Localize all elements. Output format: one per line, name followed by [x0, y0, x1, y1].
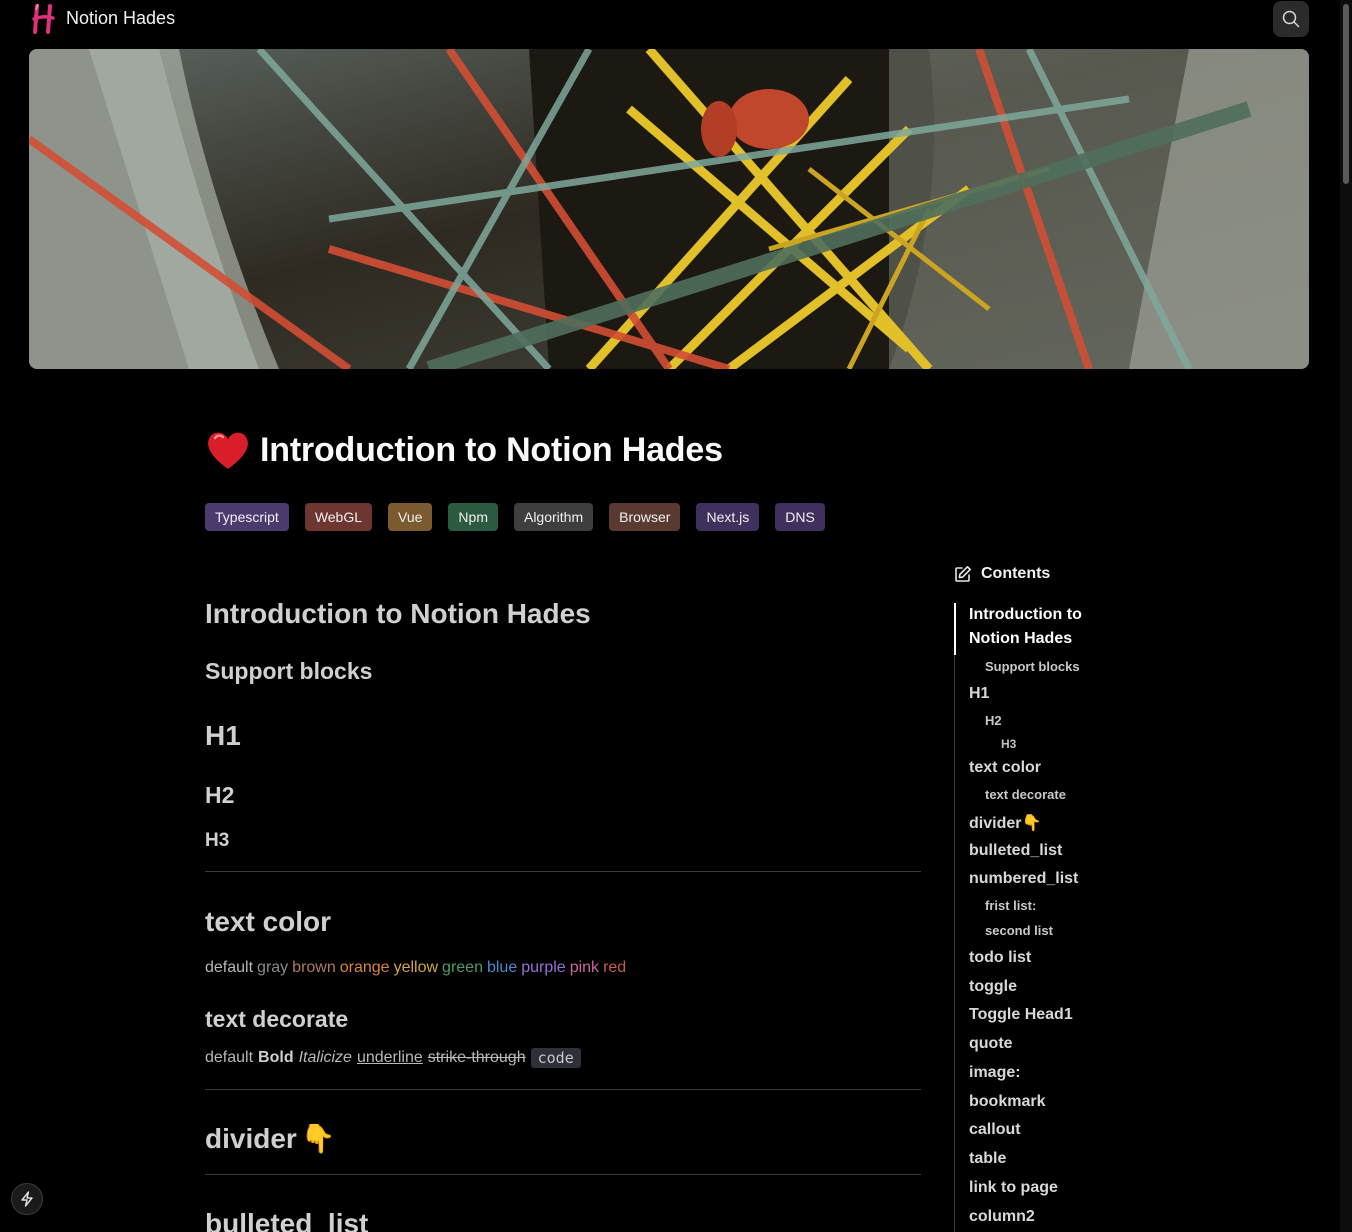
search-icon — [1282, 10, 1300, 28]
toc-item-introduction-to-notion-hades[interactable]: Introduction to Notion Hades — [969, 603, 1129, 651]
toc-item-frist-list[interactable]: frist list: — [985, 898, 1036, 913]
toc-title: Contents — [981, 565, 1051, 582]
dev-indicator-button[interactable] — [11, 1183, 43, 1215]
toc-item-table[interactable]: table — [969, 1150, 1006, 1168]
heading-h1: H1 — [205, 720, 241, 751]
toc-item-support-blocks[interactable]: Support blocks — [985, 659, 1080, 674]
site-title[interactable]: Notion Hades — [66, 8, 175, 29]
tag-browser[interactable]: Browser — [609, 503, 681, 531]
decorate-bold: Bold — [258, 1049, 294, 1066]
color-sample-pink: pink — [569, 959, 600, 976]
toc-item-divider[interactable]: divider👇 — [969, 813, 1041, 833]
page-scrollbar[interactable] — [1340, 0, 1352, 1232]
toc-item-h3[interactable]: H3 — [1001, 737, 1016, 751]
color-sample-brown: brown — [292, 959, 336, 976]
tag-list: Typescript WebGL Vue Npm Algorithm Browser Nex… — [205, 503, 825, 531]
decorate-underline: underline — [356, 1049, 423, 1066]
toc-item-callout[interactable]: callout — [969, 1121, 1021, 1139]
heading-bulleted-list: bulleted_list — [205, 1208, 369, 1232]
scrollbar-thumb[interactable] — [1343, 4, 1349, 184]
toc-item-todo-list[interactable]: todo list — [969, 949, 1031, 967]
text-decorate-sample: default Bold Italicize underline strike-… — [205, 1048, 581, 1068]
toc-item-link-to-page[interactable]: link to page — [969, 1179, 1058, 1197]
toc-item-second-list[interactable]: second list — [985, 923, 1053, 938]
tag-vue[interactable]: Vue — [388, 503, 433, 531]
page-title: Introduction to Notion Hades — [260, 430, 723, 469]
decorate-italic: Italicize — [298, 1049, 352, 1066]
heading-text-decorate: text decorate — [205, 1006, 349, 1032]
tag-algorithm[interactable]: Algorithm — [513, 503, 594, 531]
toc-item-quote[interactable]: quote — [969, 1035, 1013, 1053]
heading-introduction: Introduction to Notion Hades — [205, 598, 591, 629]
toc-item-h2[interactable]: H2 — [985, 713, 1002, 728]
search-button[interactable] — [1273, 1, 1309, 37]
divider-line — [205, 1089, 921, 1090]
toc-active-indicator — [954, 603, 956, 655]
toc-item-text-color[interactable]: text color — [969, 759, 1041, 777]
top-navbar: Notion Hades — [0, 0, 1352, 40]
divider-line — [205, 1174, 921, 1175]
toc-item-toggle[interactable]: toggle — [969, 978, 1017, 996]
heading-h3: H3 — [205, 830, 230, 851]
color-sample-purple: purple — [521, 959, 566, 976]
heading-support-blocks: Support blocks — [205, 658, 373, 684]
color-sample-green: green — [442, 959, 483, 976]
decorate-code: code — [530, 1048, 581, 1068]
pointing-down-icon: 👇 — [300, 1123, 336, 1154]
decorate-default: default — [205, 1049, 254, 1066]
toc-item-toggle-head1[interactable]: Toggle Head1 — [969, 1006, 1073, 1024]
heading-text-color: text color — [205, 906, 332, 937]
toc-item-bulleted-list[interactable]: bulleted_list — [969, 842, 1062, 860]
edit-icon — [955, 566, 971, 582]
decorate-strike: strike-through — [427, 1049, 526, 1066]
heading-divider-label: divider — [205, 1122, 297, 1154]
color-sample-blue: blue — [486, 959, 518, 976]
color-sample-red: red — [603, 959, 627, 976]
tag-typescript[interactable]: Typescript — [205, 503, 289, 531]
tag-dns[interactable]: DNS — [775, 503, 825, 531]
heading-h2: H2 — [205, 782, 235, 808]
toc-item-text-decorate[interactable]: text decorate — [985, 787, 1066, 802]
color-sample-gray: gray — [257, 959, 289, 976]
toc-item-bookmark[interactable]: bookmark — [969, 1093, 1045, 1111]
color-sample-orange: orange — [339, 959, 390, 976]
heading-divider: divider 👇 — [205, 1122, 336, 1155]
color-sample-default: default — [205, 959, 254, 976]
tag-npm[interactable]: Npm — [448, 503, 498, 531]
table-of-contents: Introduction to Notion Hades Support bloc… — [954, 603, 1154, 1232]
toc-header: Contents — [954, 565, 1050, 583]
toc-item-numbered-list[interactable]: numbered_list — [969, 870, 1078, 888]
tag-webgl[interactable]: WebGL — [304, 503, 373, 531]
toc-item-image[interactable]: image: — [969, 1064, 1021, 1082]
toc-item-column2[interactable]: column2 — [969, 1208, 1035, 1226]
text-color-sample: default gray brown orange yellow green blue pur… — [205, 959, 626, 977]
color-sample-yellow: yellow — [393, 959, 439, 976]
divider-line — [205, 871, 921, 872]
page-title-row: Introduction to Notion Hades — [204, 426, 723, 474]
cover-image — [29, 49, 1309, 369]
tag-next-js[interactable]: Next.js — [696, 503, 760, 531]
heart-icon — [204, 426, 252, 474]
toc-item-h1[interactable]: H1 — [969, 685, 989, 703]
lightning-bolt-icon — [21, 1191, 33, 1207]
hades-h-logo-icon[interactable] — [32, 2, 56, 36]
